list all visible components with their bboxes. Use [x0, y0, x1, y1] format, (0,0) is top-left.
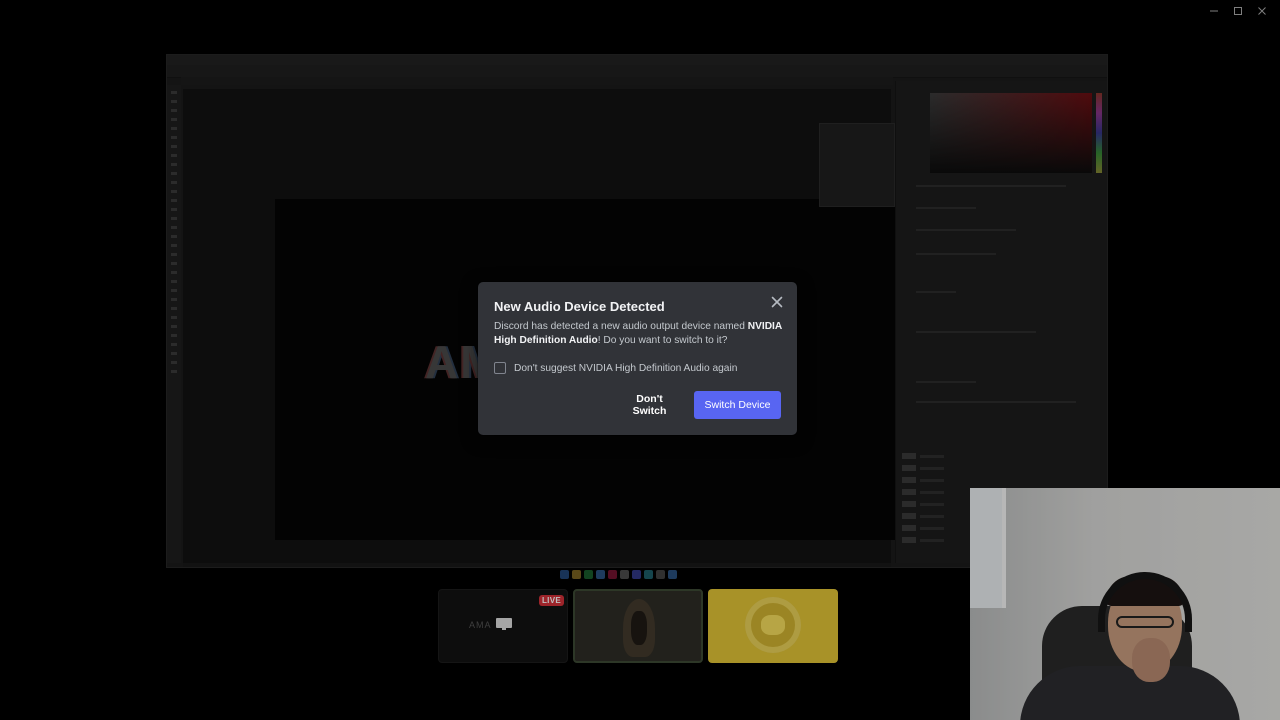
modal-title: New Audio Device Detected [494, 299, 665, 314]
new-audio-device-modal: New Audio Device Detected Discord has de… [478, 282, 797, 435]
dont-suggest-checkbox-row[interactable]: Don't suggest NVIDIA High Definition Aud… [494, 362, 737, 374]
live-badge: LIVE [539, 595, 564, 606]
minimize-button[interactable] [1202, 2, 1226, 20]
dont-switch-button[interactable]: Don't Switch [613, 391, 686, 419]
dont-suggest-checkbox[interactable] [494, 362, 506, 374]
window-controls [1202, 2, 1274, 20]
minimize-icon [1210, 10, 1218, 12]
webcam-overlay [970, 488, 1280, 720]
switch-device-button[interactable]: Switch Device [694, 391, 781, 419]
checkbox-label: Don't suggest NVIDIA High Definition Aud… [514, 362, 738, 374]
thumbnail-image [623, 599, 655, 657]
hue-slider [1096, 93, 1102, 173]
close-icon [771, 296, 783, 308]
floating-panel [819, 123, 895, 207]
close-window-button[interactable] [1250, 2, 1274, 20]
avatar [745, 597, 801, 653]
maximize-icon [1234, 7, 1242, 15]
maximize-button[interactable] [1226, 2, 1250, 20]
stream-tile-screen[interactable]: AMA LIVE [438, 589, 568, 663]
taskbar-icons [560, 570, 677, 579]
modal-close-button[interactable] [769, 294, 785, 310]
color-picker [930, 93, 1092, 173]
body-suffix: ! Do you want to switch to it? [597, 334, 728, 346]
body-prefix: Discord has detected a new audio output … [494, 321, 748, 332]
app-menubar [167, 55, 1107, 65]
status-bar [183, 563, 891, 567]
monitor-icon [496, 618, 512, 630]
stream-tile-avatar[interactable] [708, 589, 838, 663]
tools-panel [167, 85, 181, 563]
thumbnail-text: AMA [469, 620, 492, 630]
stream-tile-camera[interactable] [573, 589, 703, 663]
document-tabs [181, 77, 893, 85]
modal-body: Discord has detected a new audio output … [494, 320, 784, 347]
close-icon [1258, 7, 1266, 15]
